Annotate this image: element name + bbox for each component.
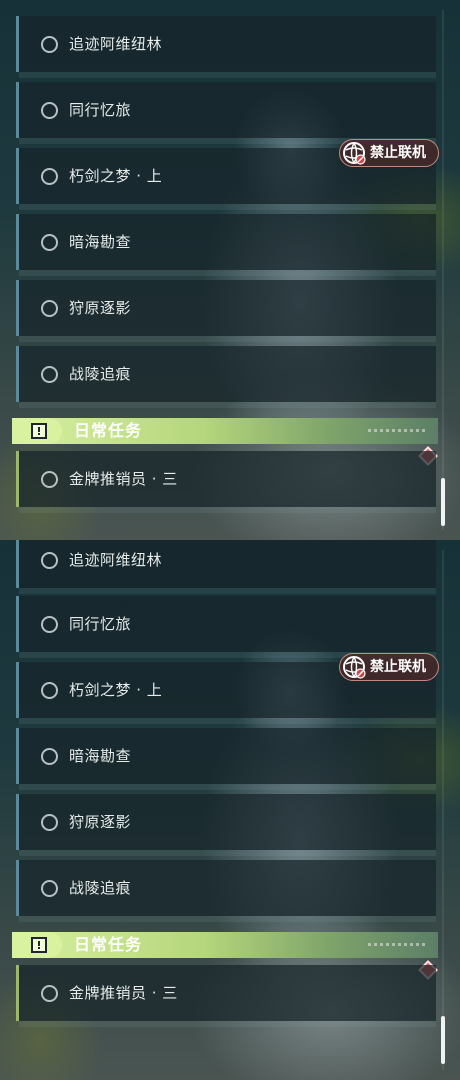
radio-icon[interactable] [41, 299, 58, 317]
quest-label: 追迹阿维纽林 [69, 551, 163, 569]
quest-label: 金牌推销员 · 三 [69, 984, 178, 1002]
radio-icon[interactable] [41, 551, 58, 569]
no-coop-badge: 禁止联机 [339, 139, 439, 167]
quest-row[interactable]: 金牌推销员 · 三 [16, 451, 436, 513]
radio-icon[interactable] [41, 365, 58, 383]
quest-row[interactable]: 暗海勘查 [16, 214, 436, 276]
quest-label: 战陵追痕 [69, 365, 132, 383]
daily-quest-header[interactable]: 日常任务 [12, 418, 438, 444]
scrollbar-track[interactable] [442, 550, 444, 1070]
scrollbar-track[interactable] [442, 10, 444, 530]
scrollbar-thumb[interactable] [441, 478, 445, 526]
radio-icon[interactable] [41, 233, 58, 251]
daily-quest-header[interactable]: 日常任务 [12, 932, 438, 958]
radio-icon[interactable] [41, 101, 58, 119]
daily-quest-title: 日常任务 [74, 421, 143, 440]
quest-row[interactable]: 同行忆旅 [16, 82, 436, 144]
radio-icon[interactable] [41, 681, 58, 699]
quest-row[interactable]: 追迹阿维纽林 [16, 16, 436, 78]
no-coop-badge: 禁止联机 [339, 653, 439, 681]
header-decoration [368, 429, 428, 432]
quest-label: 同行忆旅 [69, 615, 132, 633]
radio-icon[interactable] [41, 35, 58, 53]
quest-label: 狩原逐影 [69, 299, 132, 317]
alert-square-icon [14, 418, 62, 444]
quest-label: 追迹阿维纽林 [69, 35, 163, 53]
quest-row[interactable]: 战陵追痕 [16, 860, 436, 922]
radio-icon[interactable] [41, 984, 58, 1002]
radio-icon[interactable] [41, 879, 58, 897]
quest-label: 暗海勘查 [69, 747, 132, 765]
quest-row[interactable]: 狩原逐影 [16, 794, 436, 856]
header-decoration [368, 943, 428, 946]
quest-label: 朽剑之梦 · 上 [69, 167, 163, 185]
globe-block-icon [343, 142, 366, 165]
badge-label: 禁止联机 [370, 145, 426, 161]
quest-label: 狩原逐影 [69, 813, 132, 831]
quest-row[interactable]: 战陵追痕 [16, 346, 436, 408]
quest-row[interactable]: 金牌推销员 · 三 [16, 965, 436, 1027]
globe-block-icon [343, 656, 366, 679]
radio-icon[interactable] [41, 470, 58, 488]
quest-panel-top: 追迹阿维纽林 同行忆旅 朽剑之梦 · 上 暗海勘查 狩原逐影 战陵追痕 禁止联机… [0, 0, 460, 540]
quest-row[interactable]: 同行忆旅 [16, 596, 436, 658]
radio-icon[interactable] [41, 167, 58, 185]
quest-row[interactable]: 追迹阿维纽林 [16, 540, 436, 594]
scrollbar-thumb[interactable] [441, 1016, 445, 1064]
radio-icon[interactable] [41, 615, 58, 633]
quest-row[interactable]: 暗海勘查 [16, 728, 436, 790]
quest-label: 同行忆旅 [69, 101, 132, 119]
quest-label: 朽剑之梦 · 上 [69, 681, 163, 699]
radio-icon[interactable] [41, 747, 58, 765]
badge-label: 禁止联机 [370, 659, 426, 675]
radio-icon[interactable] [41, 813, 58, 831]
alert-square-icon [14, 932, 62, 958]
quest-label: 战陵追痕 [69, 879, 132, 897]
quest-row[interactable]: 狩原逐影 [16, 280, 436, 342]
daily-quest-title: 日常任务 [74, 935, 143, 954]
quest-label: 暗海勘查 [69, 233, 132, 251]
quest-panel-bottom: 追迹阿维纽林 同行忆旅 朽剑之梦 · 上 暗海勘查 狩原逐影 战陵追痕 禁止联机… [0, 540, 460, 1080]
quest-label: 金牌推销员 · 三 [69, 470, 178, 488]
